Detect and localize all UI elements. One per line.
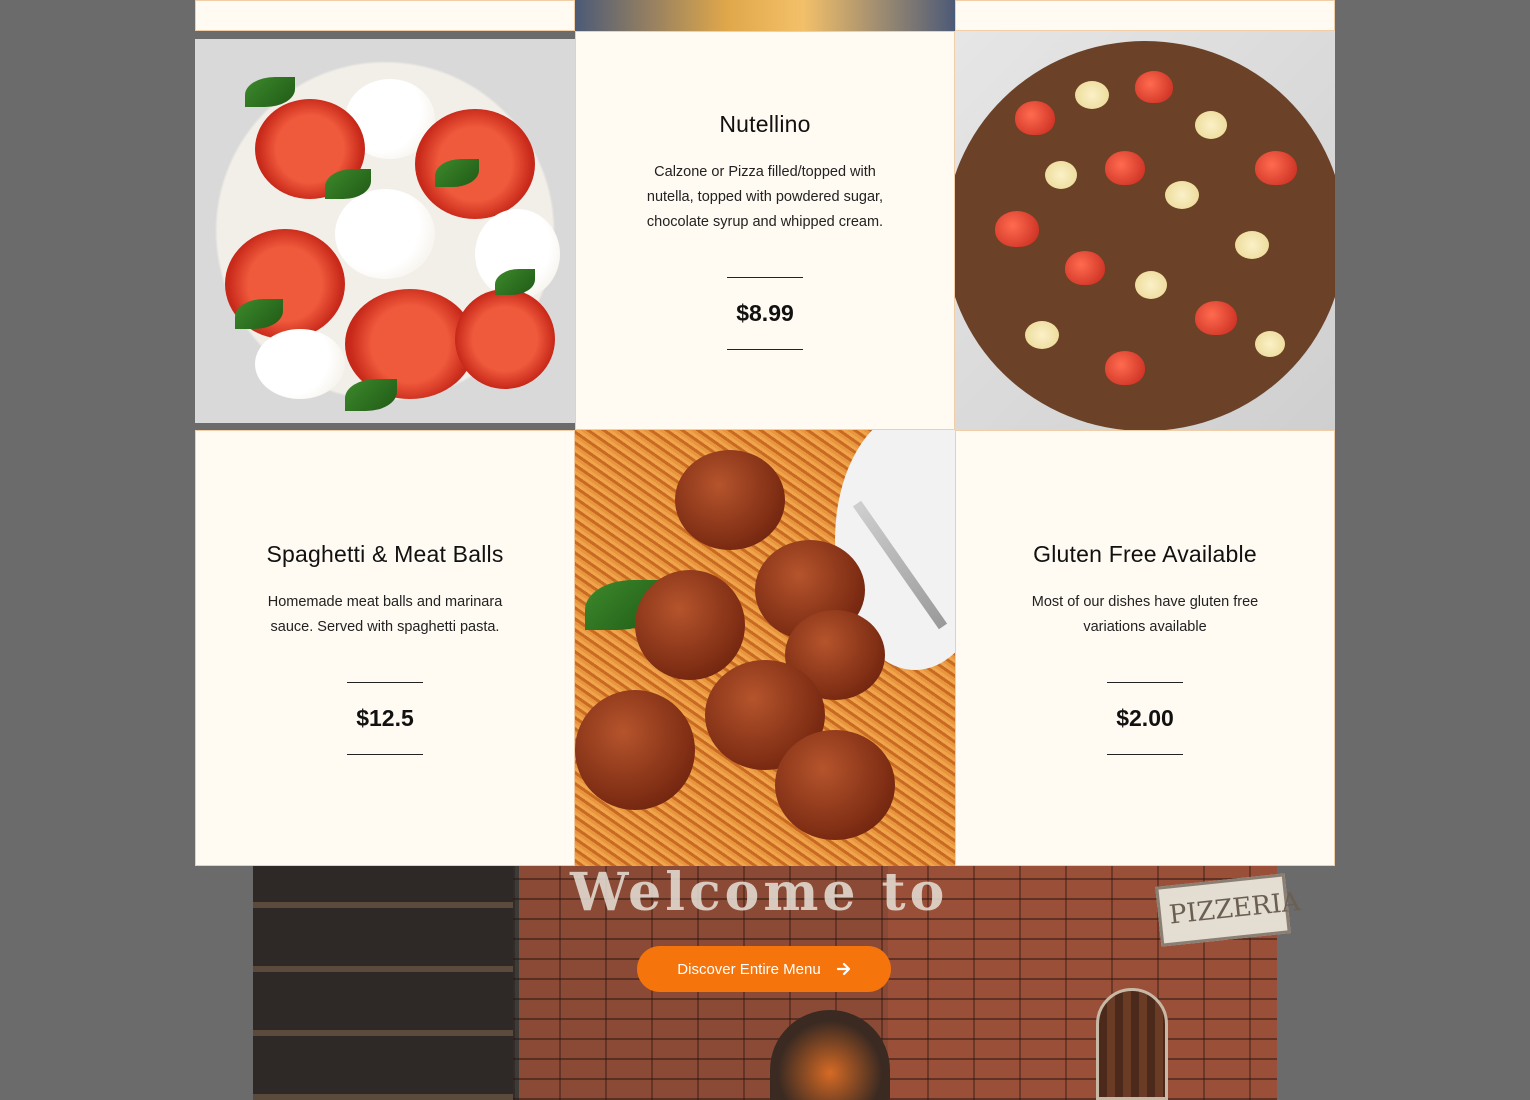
menu-item-title: Gluten Free Available [1033,541,1257,567]
divider [347,754,423,755]
price-block: $8.99 [727,277,803,350]
divider [727,277,803,278]
price-block: $12.5 [347,682,423,755]
menu-item-title: Nutellino [719,111,811,137]
caprese-salad-photo [195,39,575,423]
arched-door [1096,988,1168,1100]
cta-label: Discover Entire Menu [677,960,821,978]
arrow-right-icon [836,962,850,976]
nutella-pizza-photo [955,31,1335,430]
menu-item-price: $2.00 [1116,705,1174,731]
price-block: $2.00 [1107,682,1183,755]
divider [1107,754,1183,755]
divider [1107,682,1183,683]
menu-card-nutellino: Nutellino Calzone or Pizza filled/topped… [575,31,955,430]
welcome-wall-text: Welcome to [570,862,949,923]
menu-item-description: Homemade meat balls and marinara sauce. … [267,594,503,635]
discover-entire-menu-button[interactable]: Discover Entire Menu [637,946,891,992]
menu-item-description: Calzone or Pizza filled/topped with nute… [646,164,884,230]
top-right-card-fragment [955,0,1335,31]
menu-item-price: $12.5 [356,705,414,731]
top-left-card-fragment [195,0,575,31]
divider [347,682,423,683]
menu-item-title: Spaghetti & Meat Balls [266,541,504,567]
menu-card-spaghetti: Spaghetti & Meat Balls Homemade meat bal… [195,430,575,866]
menu-item-description: Most of our dishes have gluten free vari… [1031,594,1259,635]
top-pizza-photo-fragment [575,0,955,31]
divider [727,349,803,350]
pizzeria-sign-text: PIZZERIA [1167,886,1302,931]
menu-item-price: $8.99 [736,300,794,326]
spaghetti-meatballs-photo [575,430,955,866]
menu-card-gluten-free: Gluten Free Available Most of our dishes… [955,430,1335,866]
